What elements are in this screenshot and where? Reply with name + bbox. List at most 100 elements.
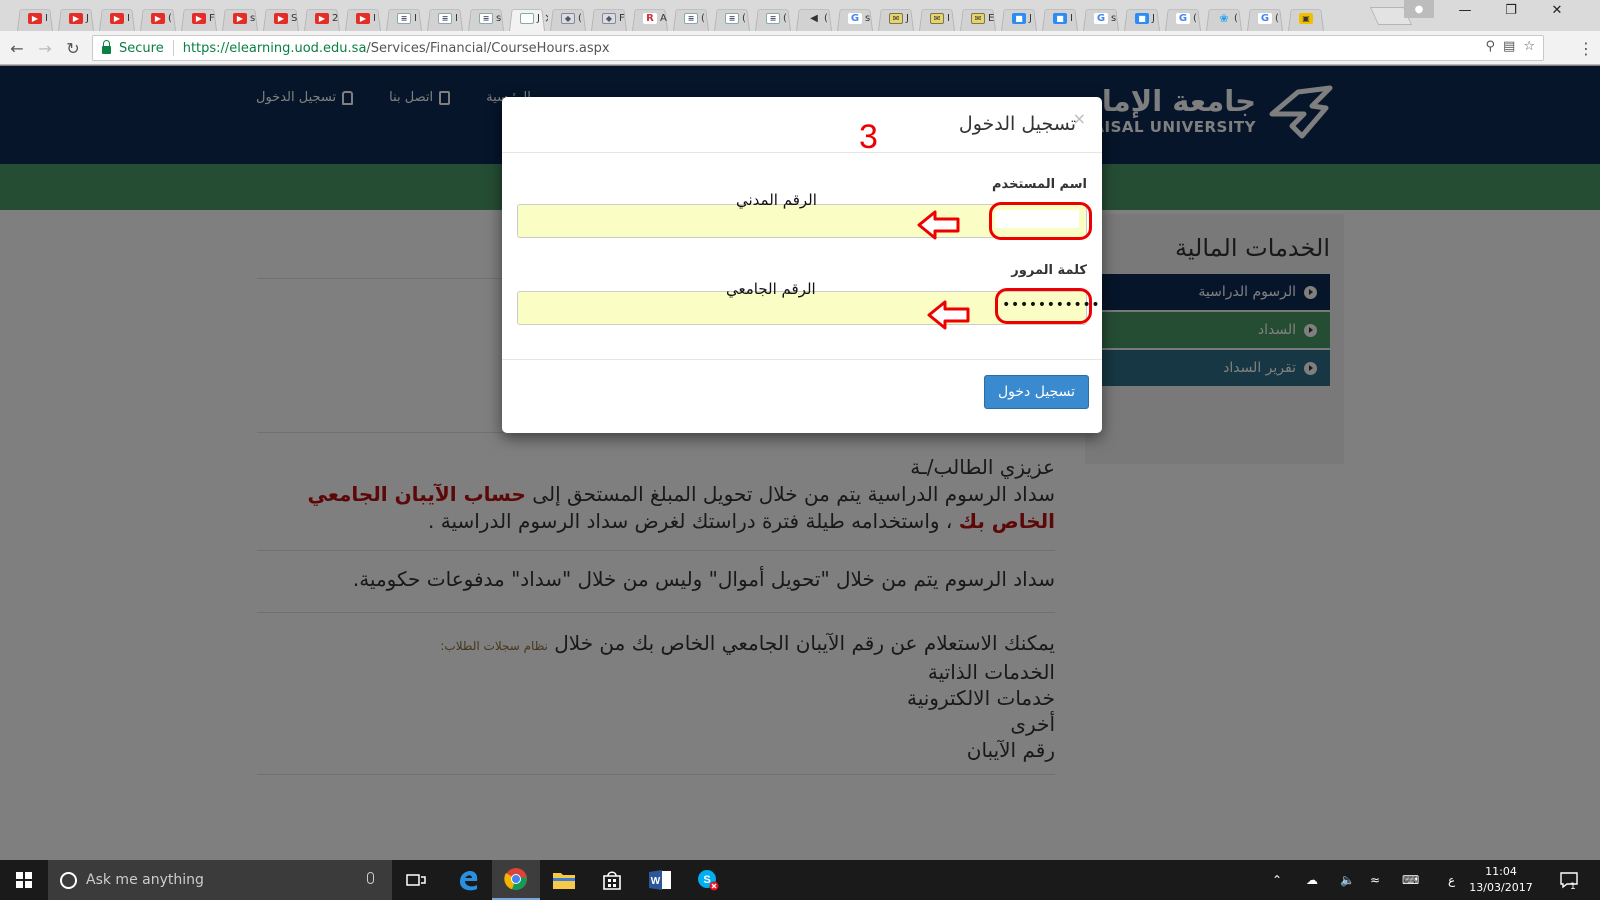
tab-title: F	[209, 12, 215, 24]
login-modal: × تسجيل الدخول 3 اسم المستخدم الرقم المد…	[502, 97, 1109, 433]
word-icon[interactable]: W	[636, 860, 684, 900]
browser-tab[interactable]: G(	[1162, 5, 1204, 31]
browser-tab[interactable]: ▶ F	[178, 5, 220, 31]
tab-title: 2	[332, 12, 339, 24]
clock[interactable]: 11:04 13/03/2017	[1466, 864, 1536, 896]
store-icon[interactable]	[588, 860, 636, 900]
browser-tab[interactable]: Gs	[834, 5, 876, 31]
translate-icon[interactable]: ▤	[1503, 39, 1515, 54]
task-view-icon[interactable]	[392, 860, 440, 900]
tab-title: I	[1070, 12, 1073, 24]
windows-taskbar: Ask me anything W S ⌃ ☁ 🔈 ≈ ⌨ ع 11:04 13…	[0, 860, 1600, 900]
back-icon[interactable]: ←	[7, 38, 27, 58]
key-icon[interactable]: ⚲	[1486, 39, 1496, 54]
twitter-icon: ❀	[1219, 11, 1229, 25]
youtube-icon: ▶	[151, 12, 165, 24]
browser-tab[interactable]: ▶ I	[14, 5, 56, 31]
tab-title: (	[168, 12, 172, 24]
browser-tab[interactable]: ■ J	[998, 5, 1040, 31]
browser-menu-icon[interactable]: ⋮	[1578, 39, 1594, 58]
document-icon: ≡	[397, 12, 411, 24]
close-window-icon[interactable]: ✕	[1534, 0, 1580, 20]
browser-tab[interactable]: ◀(	[793, 5, 835, 31]
browser-tab[interactable]: ◆ F	[588, 5, 630, 31]
browser-tab[interactable]: ▶(	[137, 5, 179, 31]
document-icon: ≡	[438, 12, 452, 24]
browser-tab[interactable]: ≡(	[670, 5, 712, 31]
bookmark-star-icon[interactable]: ☆	[1523, 39, 1535, 54]
document-icon: ≡	[725, 12, 739, 24]
language-indicator[interactable]: ع	[1448, 860, 1455, 900]
skype-icon[interactable]: S	[684, 860, 732, 900]
browser-tab[interactable]: ✉ J	[875, 5, 917, 31]
browser-tab[interactable]: ▶ 2	[301, 5, 343, 31]
tab-title: J	[537, 12, 540, 24]
browser-tab[interactable]: J×	[506, 5, 548, 31]
action-center-icon[interactable]: 1	[1560, 860, 1578, 900]
browser-tab[interactable]: ≡ I	[424, 5, 466, 31]
url-host: https://elearning.uod.edu.sa	[182, 40, 367, 56]
browser-tab[interactable]: ▶ J	[55, 5, 97, 31]
browser-tab[interactable]: ✉ E	[957, 5, 999, 31]
tab-title: (	[1275, 12, 1279, 24]
browser-tab[interactable]: ≡(	[752, 5, 794, 31]
microphone-icon[interactable]	[367, 872, 374, 884]
browser-tab[interactable]: ▶ S	[260, 5, 302, 31]
browser-tab[interactable]: ■ J	[1121, 5, 1163, 31]
modal-footer-divider	[502, 359, 1102, 360]
tab-title: s	[496, 12, 502, 24]
reload-icon[interactable]: ↻	[63, 38, 83, 58]
wifi-icon[interactable]: ≈	[1370, 860, 1380, 900]
onedrive-icon[interactable]: ☁	[1306, 860, 1318, 900]
profile-icon[interactable]: ●	[1404, 0, 1434, 18]
browser-tab[interactable]: ✉ I	[916, 5, 958, 31]
close-tab-icon[interactable]: ×	[544, 11, 548, 25]
browser-tab[interactable]: ▶ I	[342, 5, 384, 31]
browser-tab[interactable]: RA	[629, 5, 671, 31]
google-icon: G	[1094, 12, 1108, 24]
tab-title: (	[578, 12, 582, 24]
tab-title: (	[1234, 12, 1238, 24]
edge-icon[interactable]	[444, 860, 492, 900]
browser-tab[interactable]: ◆(	[547, 5, 589, 31]
clock-date: 13/03/2017	[1469, 881, 1533, 894]
browser-tab[interactable]: Gs	[1080, 5, 1122, 31]
chrome-icon[interactable]	[492, 860, 540, 900]
mail-icon: ✉	[930, 12, 944, 24]
browser-tab[interactable]: ≡ I	[383, 5, 425, 31]
browser-tab[interactable]: ▣	[1285, 5, 1327, 31]
start-button[interactable]	[0, 860, 48, 900]
youtube-icon: ▶	[110, 12, 124, 24]
browser-tab[interactable]: ■ I	[1039, 5, 1081, 31]
forward-icon[interactable]: →	[35, 38, 55, 58]
youtube-icon: ▶	[192, 12, 206, 24]
show-hidden-icons[interactable]: ⌃	[1272, 860, 1282, 900]
minimize-icon[interactable]: —	[1442, 0, 1488, 20]
volume-icon[interactable]: 🔈	[1340, 860, 1355, 900]
restore-icon[interactable]: ❐	[1488, 0, 1534, 20]
keyboard-icon[interactable]: ⌨	[1402, 860, 1419, 900]
youtube-icon: ▶	[315, 12, 329, 24]
browser-tab[interactable]: ≡ s	[465, 5, 507, 31]
login-submit-button[interactable]: تسجيل دخول	[984, 375, 1089, 409]
browser-tab[interactable]: ▶ s	[219, 5, 261, 31]
browser-tab[interactable]: G(	[1244, 5, 1286, 31]
tab-title: s	[865, 12, 871, 24]
tab-title: (	[824, 12, 828, 24]
clock-time: 11:04	[1485, 865, 1517, 878]
cortana-search[interactable]: Ask me anything	[48, 860, 392, 900]
address-bar[interactable]: Secure https://elearning.uod.edu.sa /Ser…	[92, 35, 1544, 61]
password-label: كلمة المرور	[1011, 263, 1087, 278]
tab-title: I	[455, 12, 458, 24]
browser-tab[interactable]: ▶ I	[96, 5, 138, 31]
browser-tab[interactable]: ≡(	[711, 5, 753, 31]
arrow-left-icon	[927, 300, 970, 330]
network-icon: ◆	[602, 12, 616, 24]
browser-tab[interactable]: ❀(	[1203, 5, 1245, 31]
password-highlight-ring	[995, 288, 1092, 324]
divider	[172, 40, 174, 56]
mail-icon: ✉	[889, 12, 903, 24]
web-page: الرئيسية اتصل بنا تسجيل الدخول جامعة الإ…	[0, 66, 1600, 860]
file-explorer-icon[interactable]	[540, 860, 588, 900]
tab-title: I	[45, 12, 48, 24]
